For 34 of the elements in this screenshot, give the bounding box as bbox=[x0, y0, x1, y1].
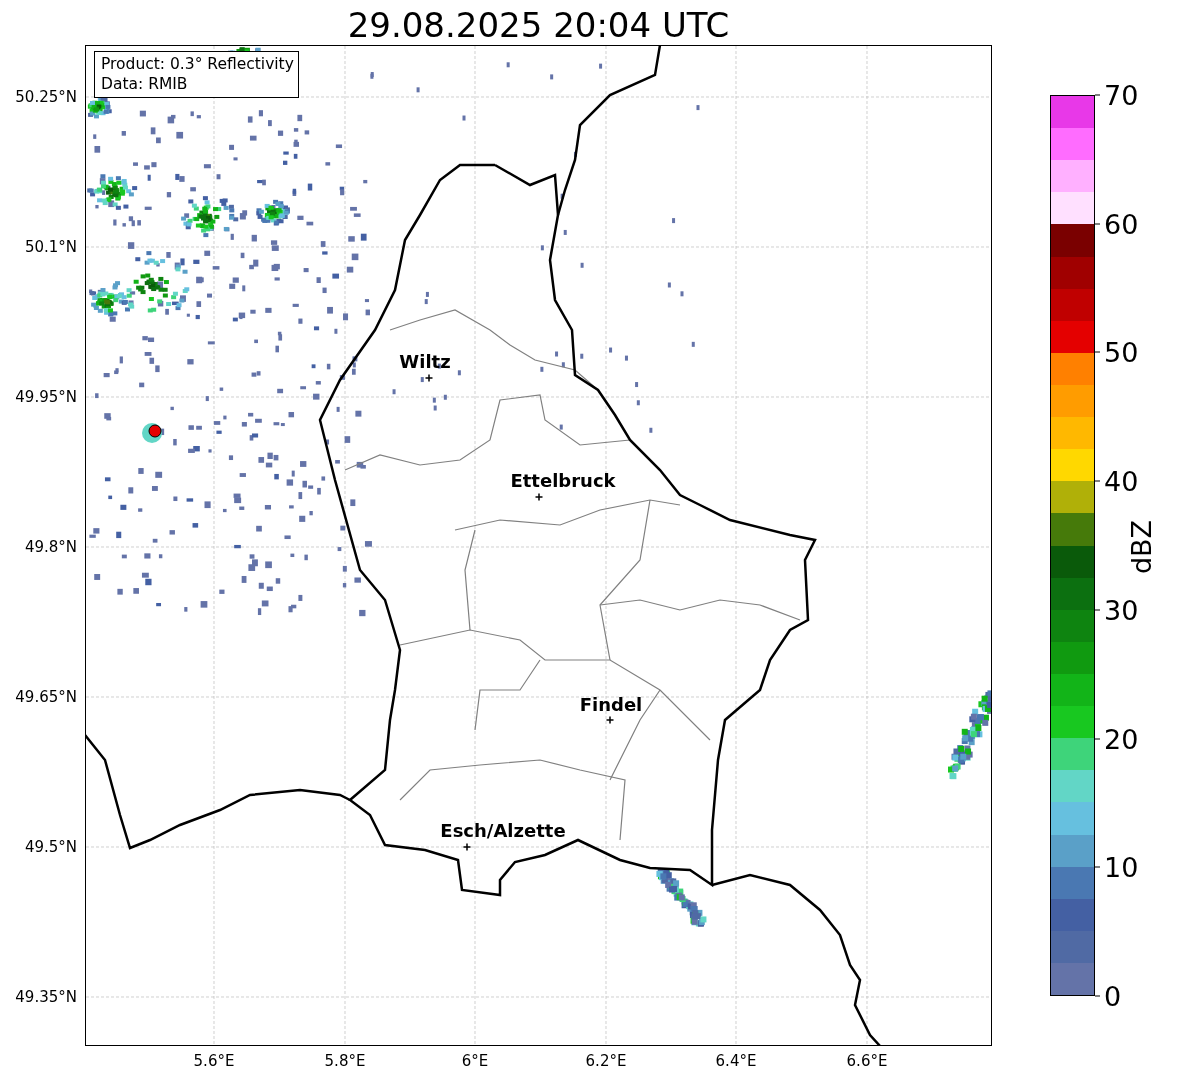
city-marker-icon bbox=[534, 492, 544, 502]
longitude-label: 5.8°E bbox=[324, 1052, 366, 1070]
city-label: Wiltz bbox=[399, 351, 451, 372]
longitude-label: 6°E bbox=[461, 1052, 489, 1070]
latitude-label: 50.25°N bbox=[15, 88, 77, 106]
colorbar-tick-label: 10 bbox=[1104, 853, 1139, 881]
colorbar-tick-label: 0 bbox=[1104, 982, 1122, 1010]
latitude-label: 49.35°N bbox=[15, 988, 77, 1006]
latitude-label: 50.1°N bbox=[24, 238, 77, 256]
longitude-label: 6.2°E bbox=[585, 1052, 627, 1070]
longitude-label: 6.6°E bbox=[846, 1052, 888, 1070]
city-label: Findel bbox=[579, 694, 643, 715]
colorbar-title: dBZ bbox=[1125, 519, 1157, 575]
colorbar-tick-label: 20 bbox=[1104, 725, 1139, 753]
colorbar-tick-label: 30 bbox=[1104, 596, 1139, 624]
colorbar-tick-label: 60 bbox=[1104, 210, 1139, 238]
city-label: Esch/Alzette bbox=[440, 820, 566, 841]
latitude-label: 49.95°N bbox=[15, 388, 77, 406]
city-marker-icon bbox=[424, 373, 434, 383]
latitude-label: 49.8°N bbox=[24, 538, 77, 556]
city-marker-icon bbox=[462, 842, 472, 852]
info-text: Product: 0.3° Reflectivity bbox=[101, 54, 294, 74]
colorbar-tick-label: 50 bbox=[1104, 338, 1139, 366]
city-label: Ettelbruck bbox=[510, 470, 616, 491]
latitude-label: 49.5°N bbox=[24, 838, 77, 856]
radar-site-marker bbox=[142, 423, 162, 443]
city-marker-icon bbox=[605, 715, 615, 725]
latitude-label: 49.65°N bbox=[15, 688, 77, 706]
longitude-label: 6.4°E bbox=[715, 1052, 757, 1070]
colorbar-tick-label: 70 bbox=[1104, 81, 1139, 109]
info-text: Data: RMIB bbox=[101, 74, 189, 94]
chart-title: 29.08.2025 20:04 UTC bbox=[346, 3, 731, 45]
longitude-label: 5.6°E bbox=[193, 1052, 235, 1070]
colorbar-tick-label: 40 bbox=[1104, 467, 1139, 495]
